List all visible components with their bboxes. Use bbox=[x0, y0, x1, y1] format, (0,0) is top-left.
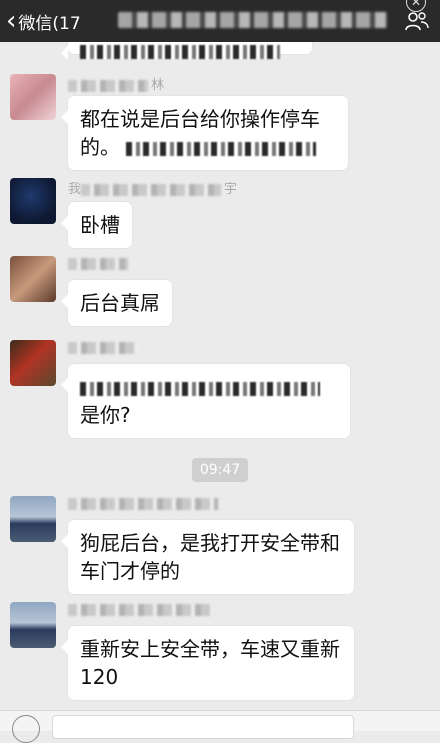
message-bubble[interactable]: 是你? bbox=[61, 364, 350, 438]
redacted-text bbox=[80, 381, 320, 396]
input-bar bbox=[0, 710, 440, 743]
message-bubble[interactable]: 狗屁后台，是我打开安全带和 车门才停的 bbox=[61, 520, 354, 594]
message-bubble[interactable]: 重新安上安全带，车速又重新 120 bbox=[61, 626, 354, 700]
voice-icon[interactable] bbox=[12, 715, 40, 743]
time-divider: 09:47 bbox=[192, 458, 248, 482]
back-button[interactable]: ‹ 微信(17 bbox=[6, 6, 81, 36]
message-line: 120 bbox=[80, 665, 119, 689]
avatar[interactable] bbox=[10, 178, 56, 224]
sender-name bbox=[68, 496, 221, 512]
message-line: 车门才停的 bbox=[80, 559, 180, 583]
message-line: 是你? bbox=[80, 403, 131, 427]
redacted-text bbox=[80, 44, 280, 59]
message-line: 狗屁后台，是我打开安全带和 bbox=[80, 531, 340, 555]
sender-name bbox=[68, 340, 141, 356]
message-bubble[interactable]: 后台真屌 bbox=[61, 280, 172, 326]
avatar[interactable] bbox=[10, 256, 56, 302]
avatar[interactable] bbox=[10, 340, 56, 386]
message-input[interactable] bbox=[52, 715, 354, 739]
avatar[interactable] bbox=[10, 602, 56, 648]
message-line: 的。 bbox=[80, 133, 336, 161]
chat-title-redacted bbox=[118, 12, 388, 28]
sender-name: 我宇 bbox=[68, 182, 238, 197]
sender-name: 林 bbox=[68, 74, 164, 93]
message-line: 都在说是后台给你操作停车 bbox=[80, 107, 320, 131]
avatar[interactable] bbox=[10, 496, 56, 542]
message-bubble[interactable]: 都在说是后台给你操作停车 的。 bbox=[61, 96, 348, 170]
message-line bbox=[80, 373, 338, 401]
group-info-icon[interactable] bbox=[404, 10, 430, 32]
title-bar: ‹ 微信(17 ✕ bbox=[0, 0, 440, 42]
chevron-left-icon: ‹ bbox=[6, 6, 17, 36]
message-bubble[interactable]: 卧槽 bbox=[61, 202, 132, 248]
message-line: 重新安上安全带，车速又重新 bbox=[80, 637, 340, 661]
avatar[interactable] bbox=[10, 74, 56, 120]
sender-name bbox=[68, 602, 216, 618]
chat-area[interactable]: 林 都在说是后台给你操作停车 的。 我宇 卧槽 后台真屌 是你? 09:47 狗… bbox=[0, 32, 440, 710]
redacted-text bbox=[126, 141, 317, 156]
sender-name bbox=[68, 256, 131, 272]
back-label: 微信(17 bbox=[18, 13, 81, 34]
